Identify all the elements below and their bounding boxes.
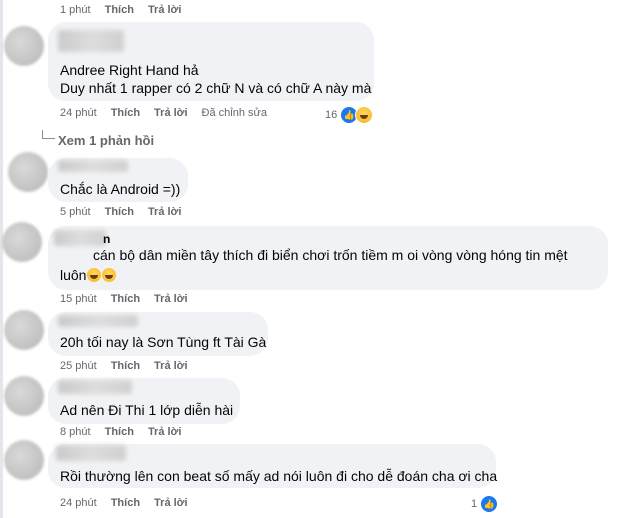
avatar[interactable] xyxy=(4,26,44,66)
avatar[interactable] xyxy=(4,440,44,480)
reply-arrow-icon xyxy=(42,130,55,139)
reply-link[interactable]: Trả lời xyxy=(154,293,188,305)
laughing-emoji-icon xyxy=(355,106,374,124)
author-name-blurred[interactable] xyxy=(58,30,124,52)
thread-line xyxy=(0,0,3,518)
comment-actions-top: 1 phút Thích Trả lời xyxy=(60,4,195,16)
avatar[interactable] xyxy=(4,310,44,350)
author-name-blurred[interactable] xyxy=(58,160,128,172)
comment-actions: 8 phút Thích Trả lời xyxy=(60,426,195,438)
reply-link[interactable]: Trả lời xyxy=(154,107,188,119)
reaction-count: 16 xyxy=(325,109,338,121)
comment-actions: 25 phút Thích Trả lời xyxy=(60,360,202,372)
comment-actions: 24 phút Thích Trả lời xyxy=(60,497,202,509)
author-name-blurred[interactable] xyxy=(54,230,106,246)
reaction-summary[interactable]: 1 👍 xyxy=(471,495,499,513)
comment-text: Andree Right Hand hả xyxy=(60,62,199,78)
like-link[interactable]: Thích xyxy=(111,293,140,305)
like-link[interactable]: Thích xyxy=(111,107,140,119)
comment-text: luôn xyxy=(60,267,87,283)
comment-time: 15 phút xyxy=(60,293,97,305)
thumbs-up-icon: 👍 xyxy=(480,495,499,513)
like-link[interactable]: Thích xyxy=(111,497,140,509)
avatar[interactable] xyxy=(4,376,44,416)
like-link[interactable]: Thích xyxy=(105,206,134,218)
comment-time: 24 phút xyxy=(60,107,97,119)
comment-time: 8 phút xyxy=(60,426,91,438)
like-link[interactable]: Thích xyxy=(111,360,140,372)
laughing-emoji-icon xyxy=(102,268,117,282)
reply-link[interactable]: Trả lời xyxy=(154,497,188,509)
edited-label: Đã chỉnh sửa xyxy=(201,107,267,119)
comment-actions: 5 phút Thích Trả lời xyxy=(60,206,195,218)
avatar[interactable] xyxy=(2,222,42,262)
reaction-summary[interactable]: 16 👍 xyxy=(325,106,374,124)
comment-actions: 24 phút Thích Trả lời Đã chỉnh sửa xyxy=(60,107,281,119)
like-link[interactable]: Thích xyxy=(105,4,134,16)
comment-text: Ad nên Đi Thi 1 lớp diễn hài xyxy=(60,402,234,418)
comment-actions: 15 phút Thích Trả lời xyxy=(60,293,202,305)
reply-link[interactable]: Trả lời xyxy=(148,426,182,438)
author-name-blurred[interactable] xyxy=(58,380,132,394)
comment-time: 24 phút xyxy=(60,497,97,509)
avatar[interactable] xyxy=(8,152,48,192)
reaction-count: 1 xyxy=(471,498,478,510)
like-link[interactable]: Thích xyxy=(105,426,134,438)
view-replies-link[interactable]: Xem 1 phản hồi xyxy=(58,133,154,148)
laughing-emoji-icon xyxy=(87,268,102,282)
comment-text: Rồi thường lên con beat số mấy ad nói lu… xyxy=(60,468,498,484)
comment-text: 20h tối nay là Sơn Tùng ft Tài Gà xyxy=(60,334,267,350)
comment-text-line2: luôn xyxy=(60,266,117,285)
comment-text: Chắc là Android =)) xyxy=(60,181,181,197)
comment-time: 25 phút xyxy=(60,360,97,372)
author-name-blurred[interactable] xyxy=(56,445,126,461)
author-name-blurred[interactable] xyxy=(58,315,138,327)
reply-link[interactable]: Trả lời xyxy=(154,360,188,372)
comment-time: 5 phút xyxy=(60,206,91,218)
reply-link[interactable]: Trả lời xyxy=(148,4,182,16)
reply-link[interactable]: Trả lời xyxy=(148,206,182,218)
comment-time: 1 phút xyxy=(60,4,91,16)
comment-text: Duy nhất 1 rapper có 2 chữ N và có chữ A… xyxy=(60,80,372,96)
comment-text: cán bộ dân miền tây thích đi biển chơi t… xyxy=(93,247,568,263)
